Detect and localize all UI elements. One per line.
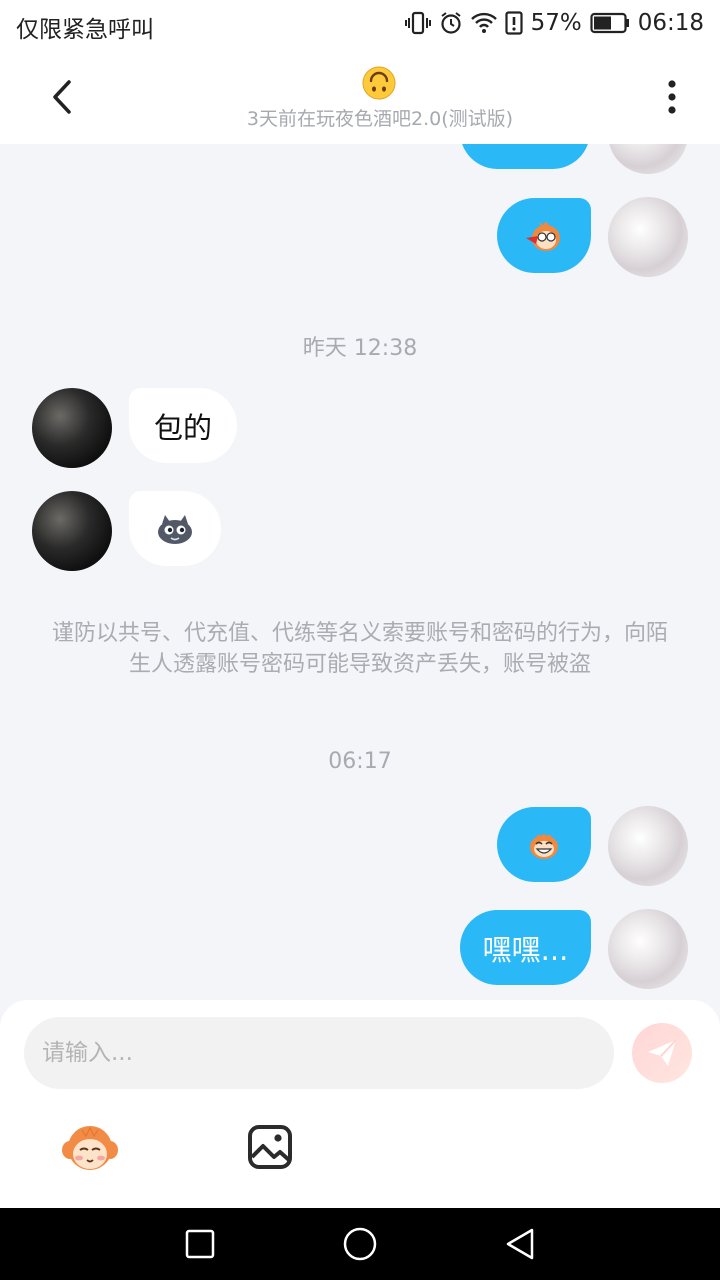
sent-text-message[interactable]: 嘿嘿...: [460, 910, 591, 985]
wifi-icon: [470, 12, 497, 33]
chat-messages[interactable]: 昨天 12:38 包的 谨防以共号、代充值、代练等名义索要账号和密码的行为，向陌…: [0, 144, 720, 1000]
sent-sticker-message[interactable]: [497, 807, 591, 882]
carrier-text: 仅限紧急呼叫: [16, 17, 154, 43]
status-icons: 57% 06:18: [404, 10, 704, 36]
alarm-icon: [440, 12, 461, 34]
my-avatar[interactable]: [608, 144, 688, 174]
contact-avatar[interactable]: [32, 388, 112, 468]
status-bar: 仅限紧急呼叫 57% 06:18: [0, 0, 720, 50]
my-avatar[interactable]: [608, 197, 688, 277]
vibrate-icon: [404, 11, 431, 35]
sent-sticker-message[interactable]: [497, 198, 591, 273]
square-icon: [185, 1229, 215, 1259]
battery-icon: [590, 12, 629, 34]
clock: 06:18: [637, 10, 704, 36]
battery-percent: 57%: [530, 10, 582, 36]
circle-icon: [343, 1227, 377, 1261]
cat-sticker-icon: [158, 514, 192, 544]
message-composer: [0, 1000, 720, 1208]
contact-avatar[interactable]: [32, 491, 112, 571]
my-avatar[interactable]: [608, 806, 688, 886]
monkey-sticker-icon: [526, 220, 560, 251]
more-vertical-icon: [668, 80, 676, 114]
home-button[interactable]: [340, 1224, 380, 1264]
received-sticker-message[interactable]: [129, 491, 221, 566]
back-nav-button[interactable]: [500, 1224, 540, 1264]
send-button[interactable]: [632, 1023, 692, 1083]
alert-sim-icon: [504, 11, 523, 35]
more-button[interactable]: [652, 72, 692, 122]
timestamp: 06:17: [328, 749, 392, 774]
monkey-face-icon: [62, 1126, 118, 1170]
sent-message-partial[interactable]: [460, 144, 590, 169]
laughing-monkey-sticker-icon: [530, 832, 558, 859]
upside-down-face-icon: [362, 66, 396, 100]
image-icon: [248, 1125, 292, 1169]
timestamp: 昨天 12:38: [302, 336, 418, 361]
chat-header: 3天前在玩夜色酒吧2.0(测试版): [0, 50, 720, 144]
triangle-back-icon: [506, 1228, 534, 1260]
image-button[interactable]: [247, 1124, 293, 1170]
sticker-button[interactable]: [60, 1120, 120, 1176]
recent-apps-button[interactable]: [180, 1224, 220, 1264]
system-navigation-bar: [0, 1208, 720, 1280]
security-notice: 谨防以共号、代充值、代练等名义索要账号和密码的行为，向陌生人透露账号密码可能导致…: [51, 621, 668, 677]
last-active-status: 3天前在玩夜色酒吧2.0(测试版): [246, 108, 514, 130]
message-input[interactable]: [24, 1017, 614, 1089]
received-text-message[interactable]: 包的: [129, 388, 237, 463]
paper-plane-icon: [648, 1039, 677, 1066]
my-avatar[interactable]: [608, 909, 688, 989]
